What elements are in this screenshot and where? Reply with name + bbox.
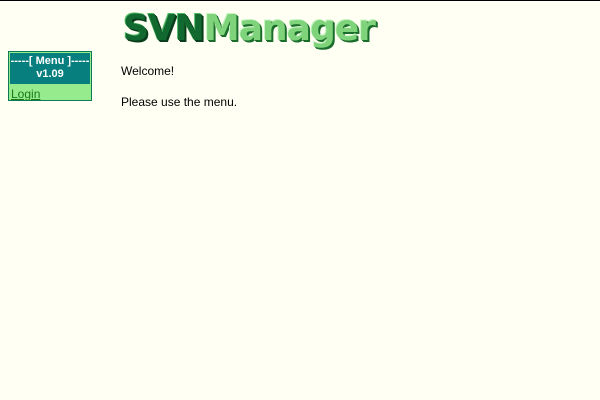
sidebar-menu: -----[ Menu ]----- v1.09 Login [8, 51, 92, 101]
welcome-text: Welcome! [121, 64, 175, 78]
logo-svn-text: SVN [123, 8, 205, 49]
menu-header: -----[ Menu ]----- v1.09 [10, 53, 90, 84]
login-link[interactable]: Login [9, 84, 91, 101]
main-content: Welcome! Please use the menu. [121, 64, 237, 126]
logo-manager-text: Manager [203, 8, 376, 49]
svnmanager-logo: SVN Manager [123, 8, 376, 49]
menu-version: v1.09 [36, 68, 64, 80]
instruction-text: Please use the menu. [121, 95, 238, 109]
menu-title: -----[ Menu ]----- [10, 55, 90, 67]
